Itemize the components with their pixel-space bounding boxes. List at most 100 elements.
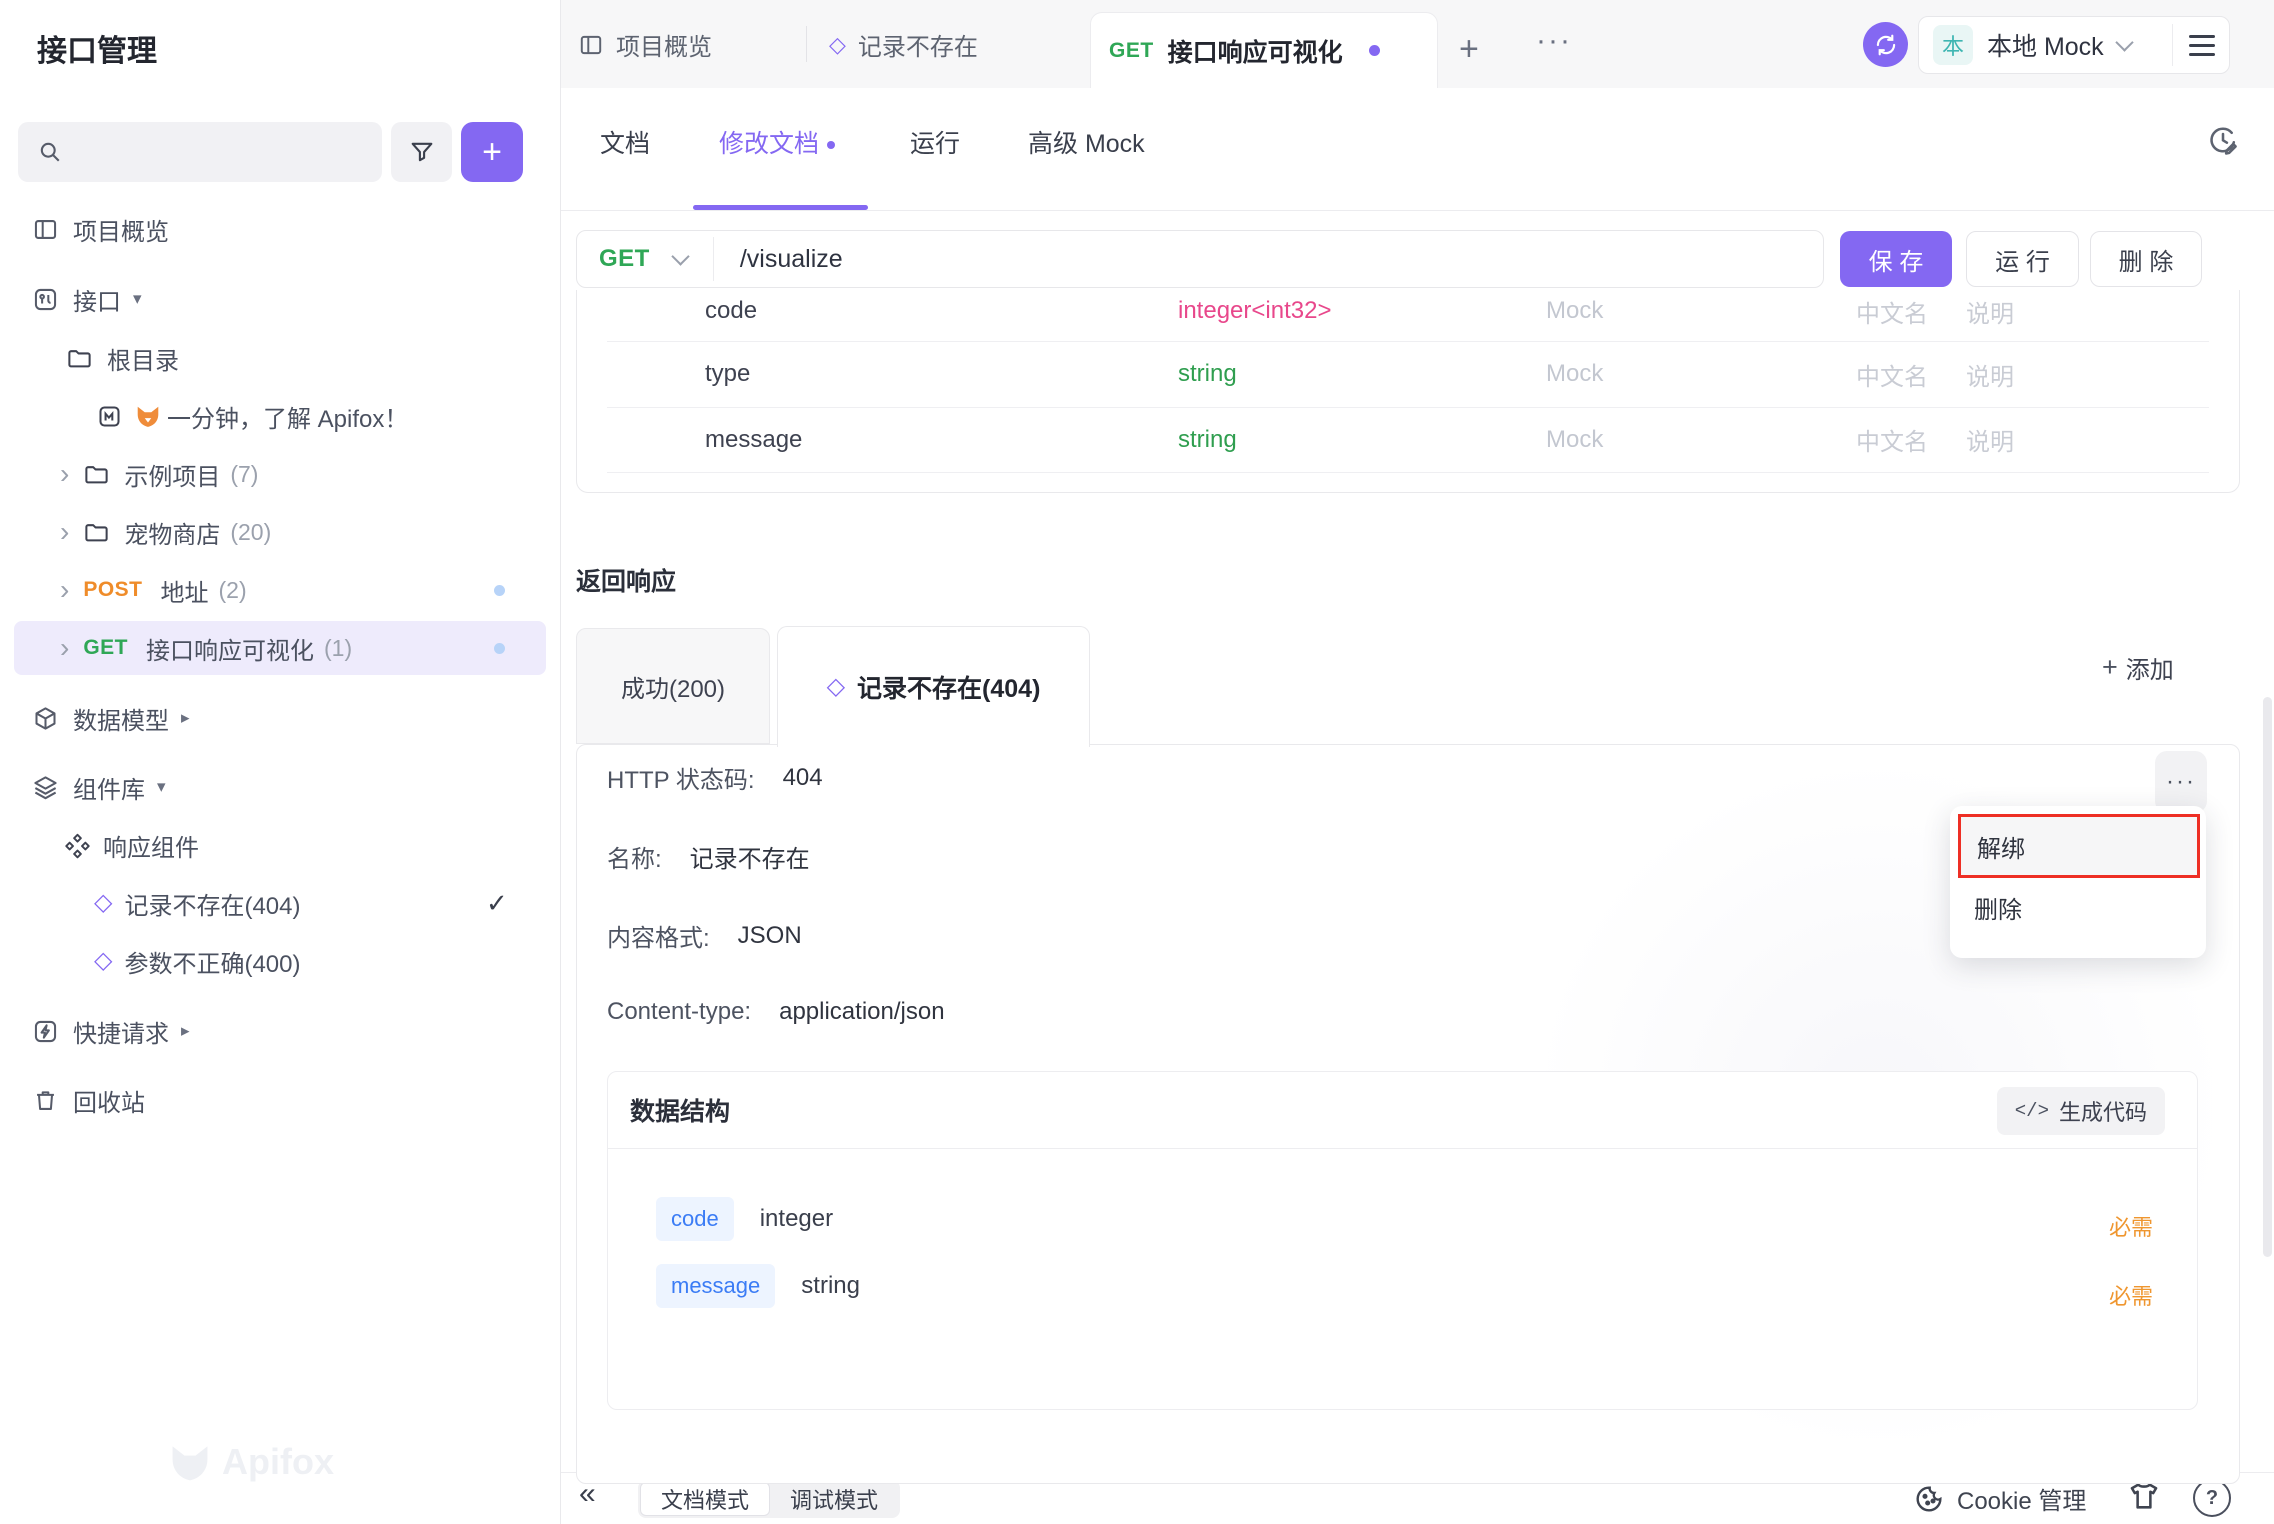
sidebar-item-component-404[interactable]: ◇ 记录不存在(404) ✓: [0, 874, 561, 932]
folder-icon: [83, 461, 110, 488]
table-row[interactable]: type string Mock 中文名 说明: [577, 341, 2239, 407]
sidebar-item-api[interactable]: 接口 ▾: [0, 270, 561, 328]
search-input[interactable]: [18, 122, 382, 182]
menu-item-delete[interactable]: 删除: [1950, 878, 2206, 936]
tab-doc[interactable]: 文档: [600, 124, 650, 160]
status-code-field: HTTP 状态码: 404: [607, 760, 823, 795]
sidebar-item-root-folder[interactable]: 根目录: [0, 329, 561, 387]
save-button[interactable]: 保 存: [1840, 231, 1952, 287]
add-response-button[interactable]: + 添加: [2102, 650, 2174, 685]
debug-mode-toggle[interactable]: 调试模式: [770, 1482, 898, 1516]
caret-right-icon[interactable]: ▸: [181, 708, 190, 728]
more-actions-button[interactable]: ···: [2155, 751, 2207, 813]
cookie-manager-button[interactable]: Cookie 管理: [1913, 1481, 2086, 1516]
field-type: string: [801, 1272, 860, 1300]
run-button[interactable]: 运 行: [1966, 231, 2079, 287]
field-value[interactable]: 记录不存在: [690, 839, 810, 874]
tab-advanced-mock[interactable]: 高级 Mock: [1028, 124, 1145, 160]
input-divider: [713, 237, 714, 281]
method-select[interactable]: GET: [599, 245, 650, 273]
mock-placeholder[interactable]: Mock: [1546, 297, 1603, 325]
sidebar-item-label: 接口: [73, 282, 121, 317]
theme-tshirt-icon[interactable]: [2127, 1479, 2161, 1513]
sidebar-item-get-visualize[interactable]: › GET 接口响应可视化 (1): [0, 619, 561, 677]
tab-project-overview[interactable]: 项目概览: [578, 27, 712, 62]
tab-label: 修改文档: [719, 130, 819, 158]
cn-name-placeholder[interactable]: 中文名: [1856, 357, 1928, 392]
sidebar-item-component-400[interactable]: ◇ 参数不正确(400): [0, 932, 561, 990]
desc-placeholder[interactable]: 说明: [1966, 357, 2014, 392]
table-row[interactable]: code integer<int32> Mock 中文名 说明: [577, 290, 2239, 340]
required-badge: 必需: [2109, 1210, 2153, 1242]
tab-label: 接口响应可视化: [1168, 33, 1343, 69]
menu-item-unbind[interactable]: 解绑: [1958, 814, 2200, 878]
desc-placeholder[interactable]: 说明: [1966, 422, 2014, 457]
response-tab-success-200[interactable]: 成功(200): [576, 628, 770, 744]
data-structure-header: 数据结构 </> 生成代码: [608, 1072, 2197, 1149]
cn-name-placeholder[interactable]: 中文名: [1856, 294, 1928, 329]
sidebar-item-trash[interactable]: 回收站: [0, 1071, 561, 1129]
mock-placeholder[interactable]: Mock: [1546, 426, 1603, 454]
caret-down-icon[interactable]: ▾: [157, 777, 166, 797]
table-row[interactable]: message string Mock 中文名 说明: [577, 407, 2239, 472]
tab-edit-doc[interactable]: 修改文档: [719, 124, 835, 160]
sidebar-item-post-address[interactable]: › POST 地址 (2): [0, 561, 561, 619]
desc-placeholder[interactable]: 说明: [1966, 294, 2014, 329]
chevron-right-icon[interactable]: ›: [60, 634, 69, 662]
field-name-pill: message: [656, 1264, 775, 1308]
sidebar-item-response-components[interactable]: 响应组件: [0, 816, 561, 874]
item-count: (7): [230, 461, 258, 488]
chevron-right-icon[interactable]: ›: [60, 576, 69, 604]
caret-right-icon[interactable]: ▸: [181, 1021, 190, 1041]
tab-record-not-found[interactable]: ◇ 记录不存在: [829, 27, 978, 62]
sidebar-item-label: 参数不正确(400): [124, 944, 300, 979]
help-button[interactable]: ?: [2193, 1479, 2231, 1517]
diamond-icon: ◇: [94, 949, 112, 973]
history-icon[interactable]: [2205, 122, 2241, 158]
sidebar-item-quick-request[interactable]: 快捷请求 ▸: [0, 1002, 561, 1060]
field-value[interactable]: JSON: [738, 922, 802, 950]
mock-placeholder[interactable]: Mock: [1546, 360, 1603, 388]
cube-icon: [32, 705, 59, 732]
new-tab-button[interactable]: +: [1459, 30, 1479, 69]
chevron-right-icon[interactable]: ›: [60, 460, 69, 488]
plus-icon: +: [2102, 652, 2118, 683]
doc-mode-toggle[interactable]: 文档模式: [640, 1482, 770, 1516]
tab-run[interactable]: 运行: [910, 124, 960, 160]
caret-down-icon[interactable]: ▾: [133, 289, 142, 309]
environment-selector[interactable]: 本 本地 Mock: [1918, 16, 2230, 74]
sync-button[interactable]: [1863, 22, 1908, 67]
filter-button[interactable]: [391, 122, 452, 182]
tab-more-button[interactable]: ···: [1536, 24, 1572, 58]
schema-row-code[interactable]: code integer: [656, 1197, 833, 1241]
generate-code-button[interactable]: </> 生成代码: [1997, 1087, 2165, 1135]
content-format-field: 内容格式: JSON: [607, 918, 802, 953]
cn-name-placeholder[interactable]: 中文名: [1856, 422, 1928, 457]
field-name: message: [705, 426, 802, 454]
response-fields-table: code integer<int32> Mock 中文名 说明 type str…: [576, 290, 2240, 493]
sidebar-item-example-project[interactable]: › 示例项目 (7): [0, 445, 561, 503]
sidebar-item-pet-store[interactable]: › 宠物商店 (20): [0, 503, 561, 561]
menu-icon[interactable]: [2189, 29, 2215, 62]
delete-button[interactable]: 删 除: [2090, 231, 2202, 287]
path-input[interactable]: /visualize: [740, 245, 843, 274]
chevron-down-icon: [671, 247, 689, 265]
chevron-right-icon[interactable]: ›: [60, 518, 69, 546]
field-value[interactable]: 404: [783, 764, 823, 792]
sidebar-item-component-library[interactable]: 组件库 ▾: [0, 758, 561, 816]
unread-dot: [494, 643, 505, 654]
scrollbar-thumb[interactable]: [2263, 697, 2272, 1257]
tab-active-get-visualize[interactable]: GET 接口响应可视化: [1090, 12, 1438, 88]
item-count: (20): [230, 519, 271, 546]
add-api-button[interactable]: +: [461, 122, 523, 182]
more-icon: ···: [2166, 768, 2196, 796]
search-icon: [36, 138, 64, 166]
field-value[interactable]: application/json: [779, 998, 944, 1026]
sidebar-item-data-model[interactable]: 数据模型 ▸: [0, 689, 561, 747]
response-tab-404-active[interactable]: ◇ 记录不存在(404): [777, 626, 1090, 747]
folder-icon: [66, 345, 93, 372]
sidebar-item-project-overview[interactable]: 项目概览: [0, 200, 561, 258]
sidebar-item-minute-doc[interactable]: 一分钟，了解 Apifox！: [0, 387, 561, 445]
schema-row-message[interactable]: message string: [656, 1264, 860, 1308]
item-count: (1): [324, 635, 352, 662]
